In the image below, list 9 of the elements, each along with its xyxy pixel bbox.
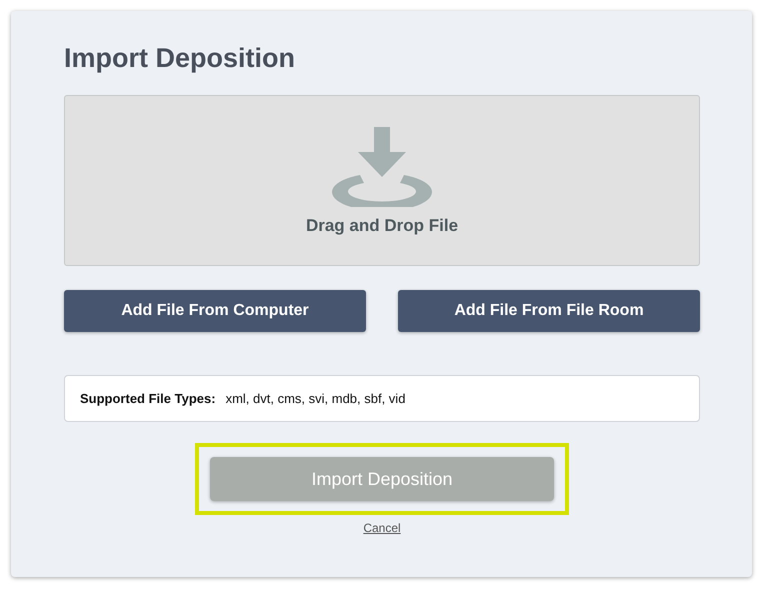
supported-types-value: xml, dvt, cms, svi, mdb, sbf, vid <box>226 391 406 406</box>
add-file-button[interactable]: Add File From File Room <box>398 290 700 332</box>
download-tray-icon <box>332 127 432 207</box>
add-file-button[interactable]: Add File From Computer <box>64 290 366 332</box>
supported-types-label: Supported File Types: <box>80 391 216 406</box>
drop-label: Drag and Drop File <box>306 216 458 236</box>
dialog-title: Import Deposition <box>64 42 295 75</box>
drop-zone[interactable]: Drag and Drop File <box>64 95 700 266</box>
cancel-link[interactable]: Cancel <box>363 521 401 535</box>
